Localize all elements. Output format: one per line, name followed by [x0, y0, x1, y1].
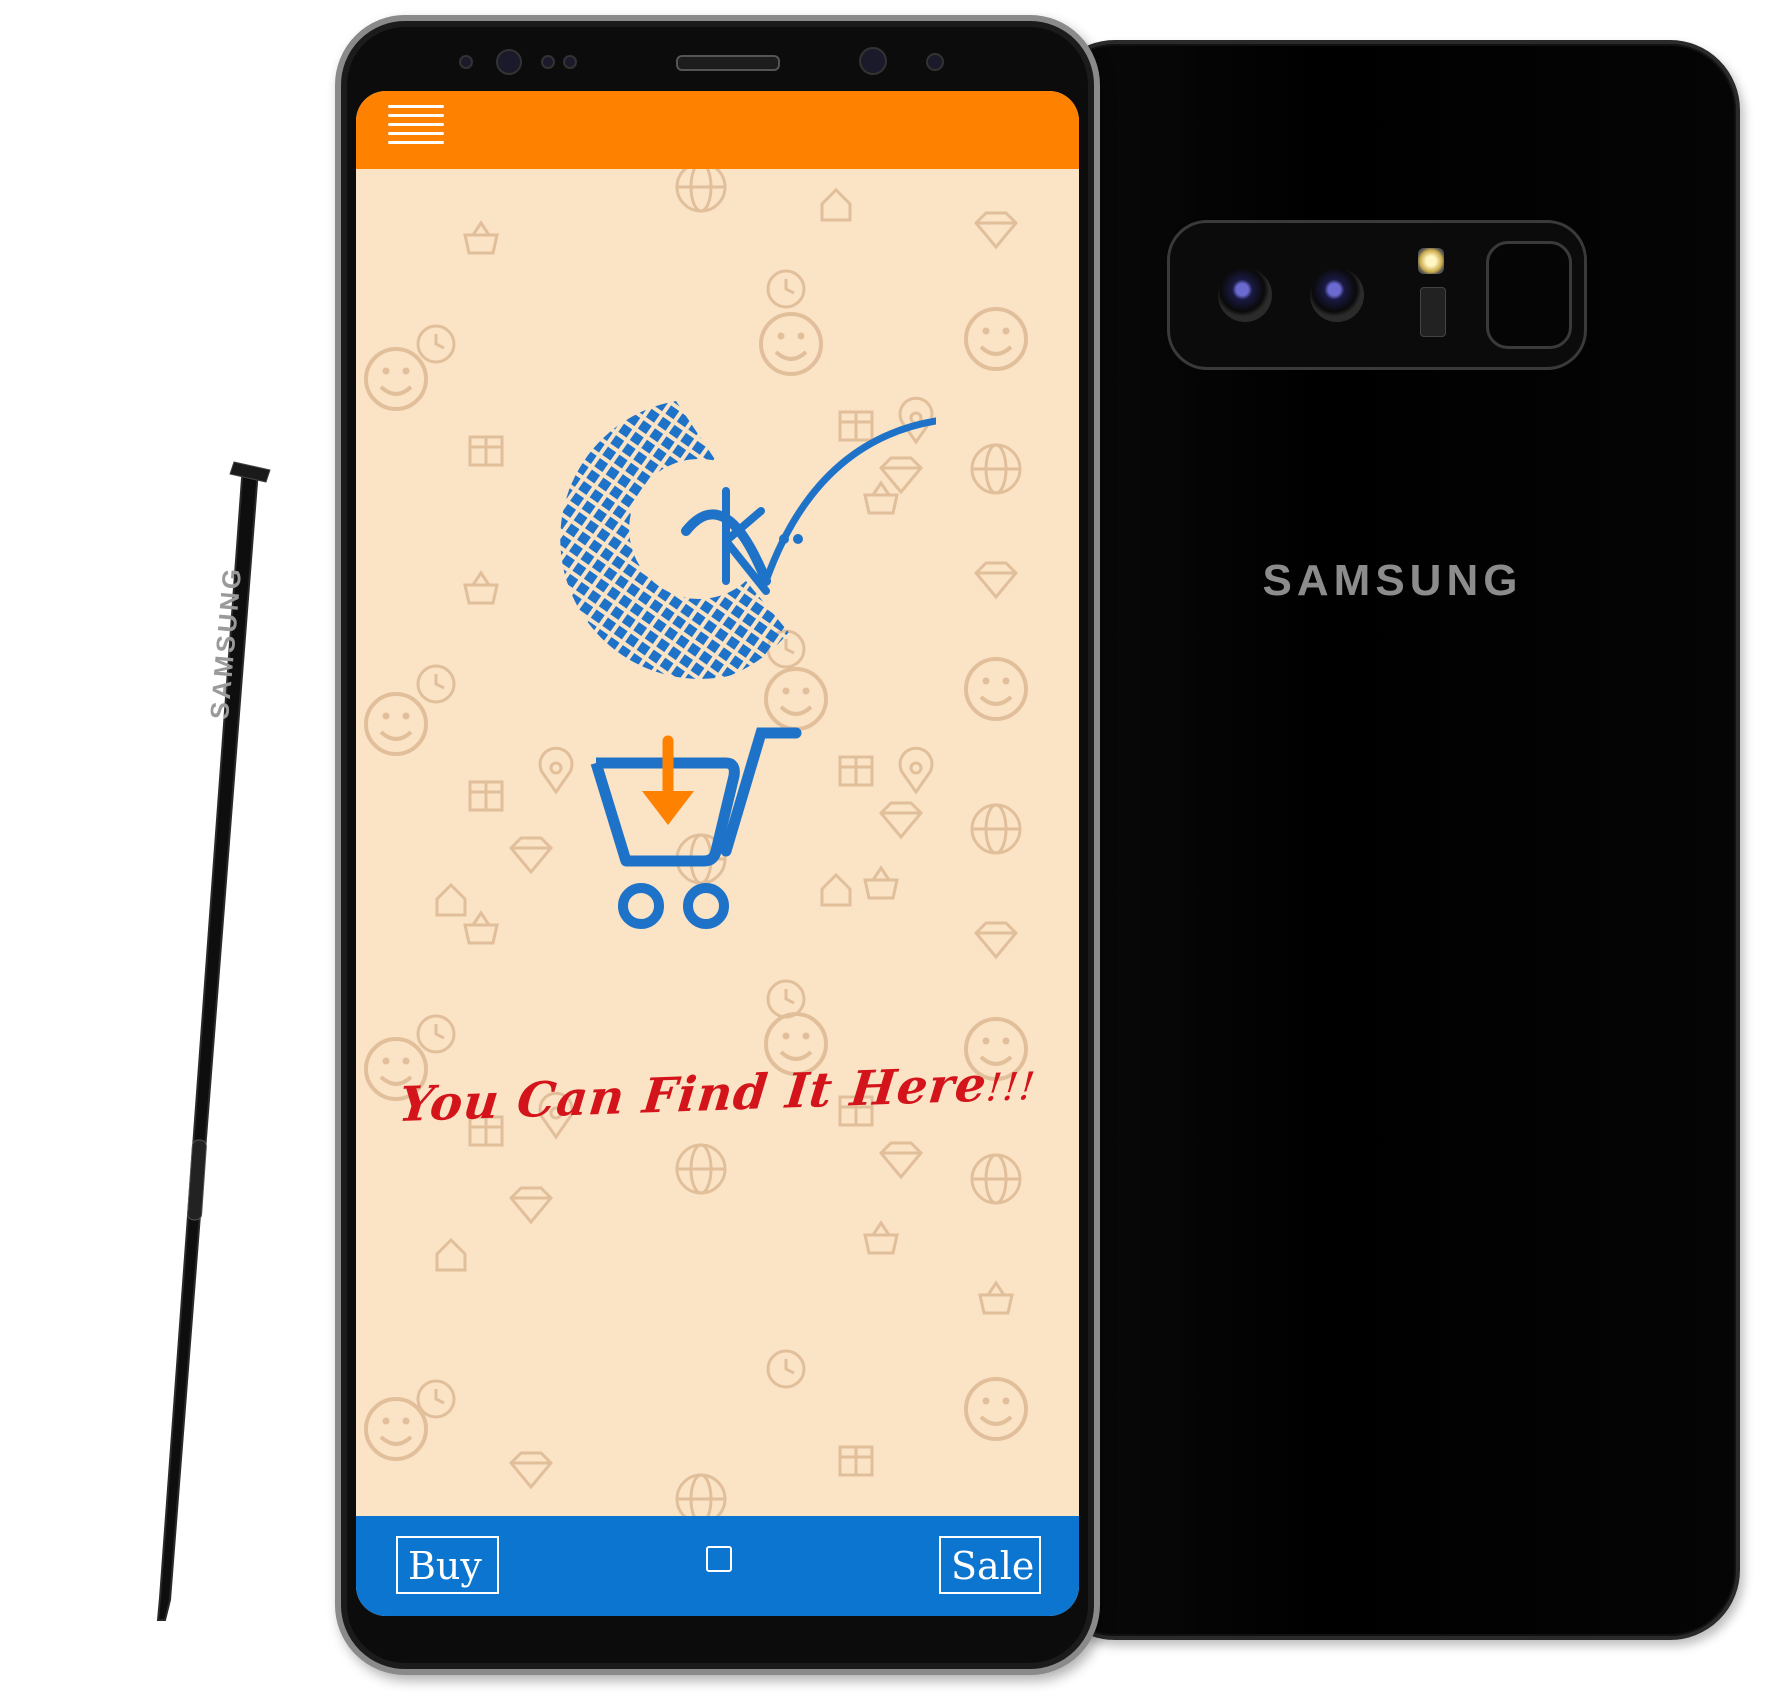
app-bottom-bar: Buy Sale [356, 1516, 1079, 1616]
globe-check-logo [560, 401, 936, 679]
tagline-exclaim: !!! [984, 1063, 1038, 1110]
buy-button[interactable]: Buy [396, 1536, 499, 1594]
back-brand-label: SAMSUNG [1262, 556, 1523, 605]
fingerprint-sensor-icon [1486, 241, 1572, 349]
sensor-dot-icon [541, 55, 555, 69]
app-screen: You Can Find It Here!!! Buy Sale [356, 91, 1079, 1616]
camera-module [1167, 220, 1587, 370]
sensor-dot-icon [926, 53, 944, 71]
sale-button[interactable]: Sale [939, 1536, 1041, 1594]
pen-brand-label: SAMSUNG [204, 565, 247, 721]
back-phone: SAMSUNG [1045, 40, 1740, 1640]
sensor-dot-icon [563, 55, 577, 69]
camera-lens-icon [1310, 268, 1364, 322]
app-top-bar [356, 91, 1079, 169]
flash-icon [1418, 248, 1444, 274]
front-camera-icon [859, 47, 887, 75]
home-square-icon[interactable] [706, 1546, 734, 1574]
sensor-icon [1420, 287, 1446, 337]
camera-lens-icon [1218, 268, 1272, 322]
cart-download-icon [590, 727, 802, 929]
hamburger-icon[interactable] [388, 105, 444, 153]
sensor-dot-icon [459, 55, 473, 69]
earpiece-speaker [676, 55, 780, 71]
front-phone: You Can Find It Here!!! Buy Sale [335, 15, 1100, 1675]
iris-scanner-icon [496, 49, 522, 75]
